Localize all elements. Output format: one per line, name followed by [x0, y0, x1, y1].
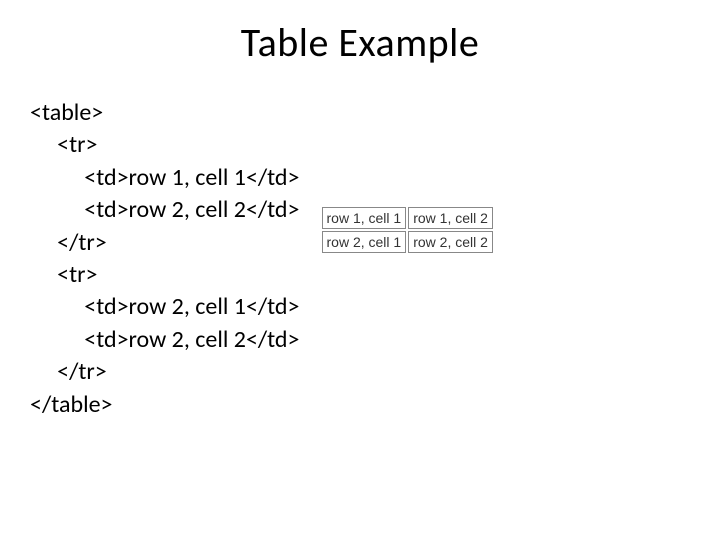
code-line: <tr> — [30, 130, 97, 159]
table-row: row 2, cell 1 row 2, cell 2 — [322, 231, 493, 253]
code-line: <td>row 2, cell 2</td> — [30, 325, 300, 354]
table-cell: row 1, cell 1 — [322, 207, 407, 229]
demo-table: row 1, cell 1 row 1, cell 2 row 2, cell … — [320, 205, 495, 255]
code-line: </table> — [30, 390, 112, 419]
table-cell: row 2, cell 2 — [408, 231, 493, 253]
rendered-output: row 1, cell 1 row 1, cell 2 row 2, cell … — [320, 205, 495, 255]
table-cell: row 2, cell 1 — [322, 231, 407, 253]
code-line: </tr> — [30, 228, 107, 257]
code-line: <td>row 2, cell 2</td> — [30, 195, 300, 224]
code-line: <td>row 1, cell 1</td> — [30, 163, 300, 192]
code-line: <table> — [30, 98, 103, 127]
page-title: Table Example — [0, 0, 720, 67]
code-line: </tr> — [30, 357, 107, 386]
code-example: <table> <tr> <td>row 1, cell 1</td> <td>… — [30, 97, 300, 421]
table-cell: row 1, cell 2 — [408, 207, 493, 229]
code-line: <td>row 2, cell 1</td> — [30, 292, 300, 321]
table-row: row 1, cell 1 row 1, cell 2 — [322, 207, 493, 229]
slide: Table Example <table> <tr> <td>row 1, ce… — [0, 0, 720, 540]
code-line: <tr> — [30, 260, 97, 289]
content-area: <table> <tr> <td>row 1, cell 1</td> <td>… — [0, 97, 720, 421]
